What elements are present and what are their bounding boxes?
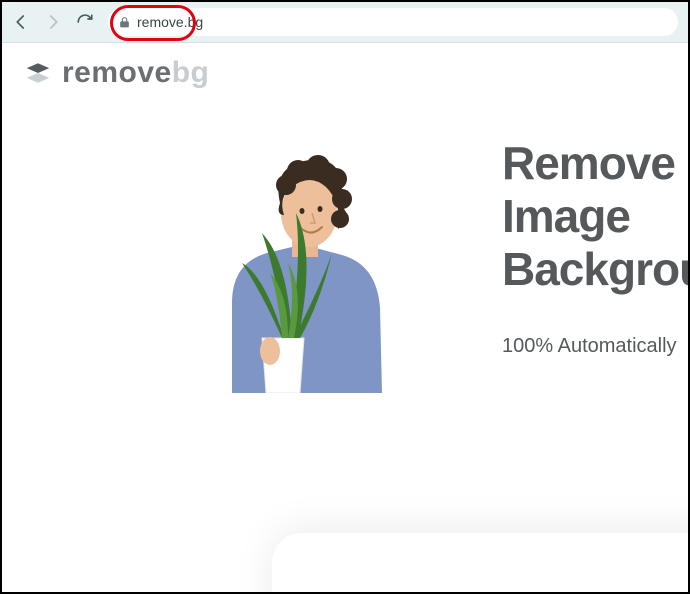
site-header: removebg	[2, 43, 688, 103]
forward-button[interactable]	[44, 13, 62, 31]
address-bar[interactable]: remove.bg	[108, 8, 678, 36]
reload-button[interactable]	[76, 13, 94, 31]
address-bar-url: remove.bg	[137, 14, 203, 30]
hero-subhead: 100% Automatically	[502, 335, 677, 358]
logo-text-remove: remove	[62, 56, 172, 89]
browser-window: remove.bg removebg	[0, 0, 690, 594]
page-content: Remove Image Background 100% Automatical…	[2, 103, 688, 593]
hero-image	[192, 143, 412, 393]
browser-toolbar: remove.bg	[2, 2, 688, 43]
hero-headline: Remove Image Background	[502, 137, 688, 296]
logo-icon	[24, 59, 52, 87]
lock-icon	[118, 16, 131, 29]
back-button[interactable]	[12, 13, 30, 31]
logo-text-bg: bg	[172, 56, 210, 89]
upload-card[interactable]	[272, 533, 690, 594]
logo-wordmark: removebg	[62, 56, 209, 90]
